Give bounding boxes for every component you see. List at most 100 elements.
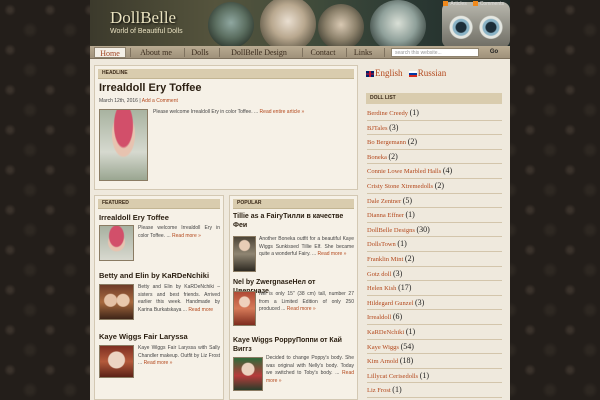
doll-list-link[interactable]: DollBelle Designs (367, 227, 415, 234)
doll-list-count: (3) (393, 268, 403, 278)
rss-icon (443, 1, 449, 7)
popular-doll-thumbnail[interactable] (233, 236, 256, 272)
featured-doll-thumbnail[interactable] (99, 284, 134, 320)
doll-list-count: (3) (415, 297, 425, 307)
articles-feed-link[interactable]: Articles (443, 1, 467, 7)
doll-list-count: (54) (400, 341, 414, 351)
read-more-link[interactable]: Read more » (287, 306, 316, 312)
headline-post-meta: March 12th, 2016 | Add a Comment (99, 98, 178, 104)
read-more-link[interactable]: Read more » (144, 360, 173, 366)
doll-list-link[interactable]: Connie Lowe Marbled Halls (367, 168, 441, 175)
doll-list-link[interactable]: Lillycat Cerisedolls (367, 373, 418, 380)
doll-list-link[interactable]: Liz Frost (367, 387, 391, 394)
doll-list-count: (6) (392, 312, 403, 322)
doll-list-item: Connie Lowe Marbled Halls (4) (367, 164, 502, 179)
doll-list-link[interactable]: Kim Arnold (367, 358, 398, 365)
featured-post-excerpt: Kaye Wiggs Fair Laryssa with Sally Chand… (138, 345, 220, 368)
comments-feed-link[interactable]: Comments (472, 1, 504, 7)
nav-links[interactable]: Links (348, 47, 378, 58)
nav-divider (346, 48, 347, 57)
main-navigation: Home About me Dolls DollBelle Design Con… (90, 46, 510, 59)
doll-list-count: (2) (407, 137, 418, 147)
site-logo[interactable]: DollBelle (110, 8, 176, 28)
popular-post-title[interactable]: Tillie as a FairyТилли в качестве Феи (233, 212, 353, 230)
headline-post-title[interactable]: Irrealdoll Ery Toffee (99, 82, 202, 94)
doll-list-item: Berdine Creedy (1) (367, 106, 502, 121)
doll-list-item: Helen Kish (17) (367, 281, 502, 296)
doll-list-link[interactable]: Hildegard Gunzel (367, 300, 413, 307)
language-russian[interactable]: Russian (408, 68, 447, 78)
nav-dolls[interactable]: Dolls (186, 47, 214, 58)
doll-list-item: Franklin Mint (2) (367, 252, 502, 267)
doll-list-count: (1) (405, 327, 416, 336)
articles-feed-label: Articles (450, 1, 467, 7)
popular-post-excerpt: Decided to change Poppy's body. She was … (266, 355, 354, 385)
popular-post-title[interactable]: Kaye Wiggs PoppyПоппи от Кай Виггз (233, 336, 353, 354)
page-wrapper: DollBelle World of Beautiful Dolls Artic… (90, 0, 510, 400)
featured-doll-thumbnail[interactable] (99, 225, 134, 261)
doll-list-link[interactable]: Gotz doll (367, 271, 391, 278)
header-doll-image-2 (260, 0, 316, 46)
feed-links: Articles Comments (443, 1, 504, 7)
doll-list-link[interactable]: BJTales (367, 125, 388, 132)
nav-divider (219, 48, 220, 57)
search-go-button[interactable]: Go (485, 48, 503, 57)
nav-about-me[interactable]: About me (132, 47, 180, 58)
site-tagline: World of Beautiful Dolls (110, 28, 183, 35)
featured-post-title[interactable]: Irrealdoll Ery Toffee (99, 213, 169, 222)
doll-list-link[interactable]: Irrealdoll (367, 314, 391, 321)
doll-list-count: (1) (397, 239, 407, 249)
doll-list-link[interactable]: Cristy Stone Xtremedolls (367, 183, 433, 190)
featured-post-title[interactable]: Kaye Wiggs Fair Laryssa (99, 332, 188, 341)
nav-contact[interactable]: Contact (304, 47, 342, 58)
headline-post-excerpt: Please welcome Irrealdoll Ery in color T… (153, 109, 353, 117)
doll-list-count: (1) (392, 385, 402, 395)
doll-list-count: (3) (389, 122, 399, 132)
doll-list-count: (1) (419, 370, 430, 380)
featured-post-excerpt: Please welcome Irrealdoll Ery in color T… (138, 225, 220, 240)
read-more-link[interactable]: Read more » (318, 251, 347, 257)
doll-list-link[interactable]: Dianna Effner (367, 212, 404, 219)
doll-list-link[interactable]: Boneka (367, 154, 387, 161)
doll-list-item: KaRDeNchiki (1) (367, 325, 502, 340)
featured-post-title[interactable]: Betty and Elin by KaRDeNchiki (99, 271, 209, 280)
doll-list-item: Irrealdoll (6) (367, 310, 502, 325)
doll-list-link[interactable]: Helen Kish (367, 285, 396, 292)
language-russian-label: Russian (417, 68, 447, 78)
featured-doll-thumbnail[interactable] (99, 345, 134, 378)
doll-list-item: Hildegard Gunzel (3) (367, 296, 502, 311)
read-more-link[interactable]: Read more (188, 307, 213, 313)
nav-dollbelle-design[interactable]: DollBelle Design (221, 47, 297, 58)
doll-list-link[interactable]: KaRDeNchiki (367, 329, 404, 336)
popular-doll-thumbnail[interactable] (233, 357, 263, 391)
language-english[interactable]: English (366, 68, 403, 78)
doll-list-item: Gotz doll (3) (367, 267, 502, 282)
doll-list-link[interactable]: Bo Bergemann (367, 139, 406, 146)
doll-list-link[interactable]: Kaye Wiggs (367, 344, 399, 351)
doll-list-count: (2) (388, 151, 398, 161)
doll-list-item: Kaye Wiggs (54) (367, 340, 502, 355)
doll-list-item: Cristy Stone Xtremedolls (2) (367, 179, 502, 194)
header-doll-image-4 (370, 0, 426, 46)
doll-list-item: Dianna Effner (1) (367, 208, 502, 223)
popular-box: POPULAR Tillie as a FairyТилли в качеств… (229, 195, 358, 400)
headline-excerpt-text: Please welcome Irrealdoll Ery in color T… (153, 109, 259, 115)
read-more-link[interactable]: Read more » (172, 233, 201, 239)
doll-list-item: BJTales (3) (367, 121, 502, 136)
search-input[interactable]: search this website... (391, 48, 479, 57)
doll-list-link[interactable]: Berdine Creedy (367, 110, 408, 117)
doll-list-item: Dale Zentner (5) (367, 194, 502, 209)
doll-list-link[interactable]: Dale Zentner (367, 198, 401, 205)
doll-list-link[interactable]: Franklin Mint (367, 256, 403, 263)
nav-home[interactable]: Home (94, 47, 126, 58)
add-comment-link[interactable]: Add a Comment (142, 98, 178, 104)
headline-doll-thumbnail[interactable] (99, 109, 148, 181)
popular-doll-thumbnail[interactable] (233, 291, 256, 326)
doll-list-count: (17) (398, 283, 412, 293)
doll-list-link[interactable]: DollsTown (367, 241, 396, 248)
nav-divider (384, 48, 385, 57)
popular-post-excerpt: Another Boneka outfit for a beautiful Ka… (259, 236, 354, 259)
doll-list-count: (5) (402, 195, 413, 205)
read-entire-article-link[interactable]: Read entire article » (260, 109, 305, 115)
featured-post-excerpt: Betty and Elin by KaRDeNchiki – sisters … (138, 284, 220, 314)
